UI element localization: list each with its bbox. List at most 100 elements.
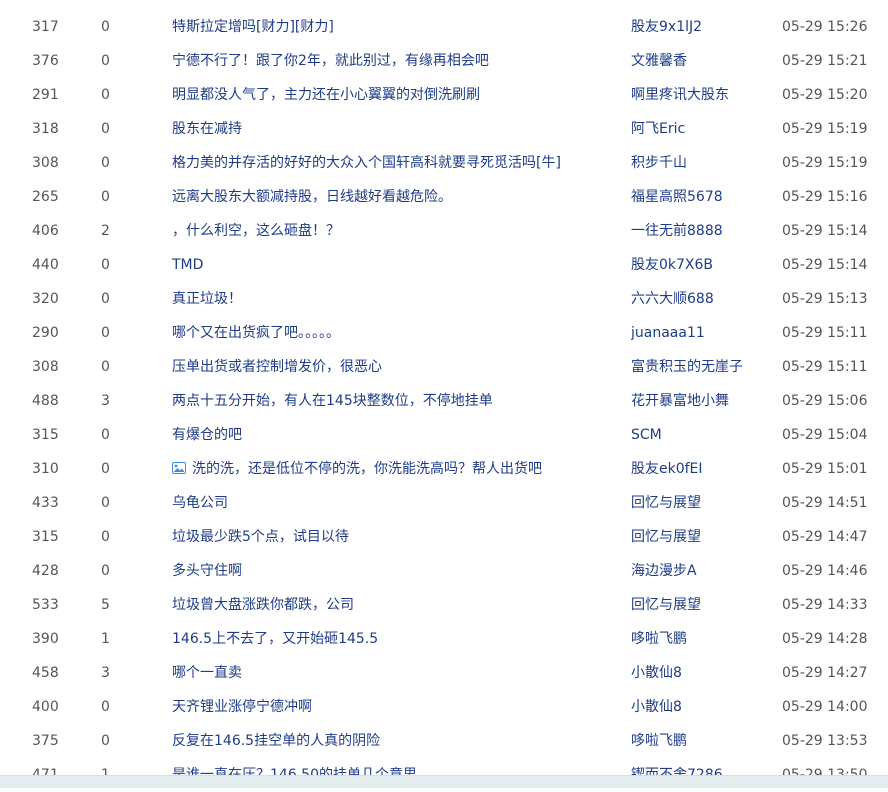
author-link[interactable]: 一往无前8888 bbox=[631, 214, 771, 248]
post-title-link[interactable]: 股东在减持 bbox=[172, 112, 612, 146]
post-title-link-text[interactable]: 乌龟公司 bbox=[172, 495, 228, 511]
post-title-link[interactable]: 特斯拉定增吗[财力][财力] bbox=[172, 10, 612, 44]
author-link-text[interactable]: 花开暴富地小舞 bbox=[631, 393, 729, 409]
post-title-link[interactable]: 洗的洗，还是低位不停的洗，你洗能洗高吗？帮人出货吧 bbox=[172, 452, 612, 486]
author-link-text[interactable]: 股友0k7X6B bbox=[631, 257, 713, 273]
post-title-link-text[interactable]: ，什么利空，这么砸盘！？ bbox=[172, 223, 340, 239]
post-title-link[interactable]: TMD bbox=[172, 248, 612, 282]
post-title-link-text[interactable]: 多头守住啊 bbox=[172, 563, 242, 579]
post-time: 05-29 14:51 bbox=[782, 486, 882, 520]
post-title-link-text[interactable]: 天齐锂业涨停宁德冲啊 bbox=[172, 699, 312, 715]
author-link[interactable]: 股友9x1lJ2 bbox=[631, 10, 771, 44]
author-link[interactable]: 啊里疼讯大股东 bbox=[631, 78, 771, 112]
author-link-text[interactable]: 回忆与展望 bbox=[631, 529, 701, 545]
post-title-link-text[interactable]: 哪个一直卖 bbox=[172, 665, 242, 681]
post-row: 320 0 真正垃圾！ 六六大顺688 05-29 15:13 bbox=[0, 282, 888, 316]
post-title-link[interactable]: 乌龟公司 bbox=[172, 486, 612, 520]
author-link-text[interactable]: 富贵积玉的无崖子 bbox=[631, 359, 743, 375]
author-link[interactable]: 六六大顺688 bbox=[631, 282, 771, 316]
post-time-text: 05-29 15:21 bbox=[782, 53, 868, 69]
author-link[interactable]: 小散仙8 bbox=[631, 690, 771, 724]
post-title-link-text[interactable]: 格力美的并存活的好好的大众入个国轩高科就要寻死觅活吗[牛] bbox=[172, 155, 561, 171]
author-link-text[interactable]: SCM bbox=[631, 427, 662, 443]
post-title-link-text[interactable]: 反复在146.5挂空单的人真的阴险 bbox=[172, 733, 380, 749]
post-title-link[interactable]: 远离大股东大额减持股，日线越好看越危险。 bbox=[172, 180, 612, 214]
post-title-link-text[interactable]: 146.5上不去了，又开始砸145.5 bbox=[172, 631, 378, 647]
post-title-link[interactable]: 哪个又在出货疯了吧。。。。。 bbox=[172, 316, 612, 350]
post-title-link[interactable]: 两点十五分开始，有人在145块整数位，不停地挂单 bbox=[172, 384, 612, 418]
author-link-text[interactable]: 一往无前8888 bbox=[631, 223, 723, 239]
post-title-link-text[interactable]: 压单出货或者控制增发价，很恶心 bbox=[172, 359, 382, 375]
author-link[interactable]: 积步千山 bbox=[631, 146, 771, 180]
author-link[interactable]: 文雅馨香 bbox=[631, 44, 771, 78]
author-link-text[interactable]: 阿飞Eric bbox=[631, 121, 685, 137]
post-title-link[interactable]: 垃圾曾大盘涨跌你都跌，公司 bbox=[172, 588, 612, 622]
post-title-link[interactable]: ，什么利空，这么砸盘！？ bbox=[172, 214, 612, 248]
author-link-text[interactable]: 回忆与展望 bbox=[631, 597, 701, 613]
author-link-text[interactable]: 六六大顺688 bbox=[631, 291, 714, 307]
post-title-link-text[interactable]: 哪个又在出货疯了吧。。。。。 bbox=[172, 325, 340, 341]
post-title-link[interactable]: 格力美的并存活的好好的大众入个国轩高科就要寻死觅活吗[牛] bbox=[172, 146, 612, 180]
post-time-text: 05-29 15:20 bbox=[782, 87, 868, 103]
horizontal-scrollbar[interactable] bbox=[0, 775, 888, 788]
author-link[interactable]: 花开暴富地小舞 bbox=[631, 384, 771, 418]
author-link-text[interactable]: juanaaa11 bbox=[631, 325, 705, 341]
author-link[interactable]: 回忆与展望 bbox=[631, 588, 771, 622]
read-count: 488 bbox=[32, 384, 72, 418]
author-link-text[interactable]: 股友ek0fEI bbox=[631, 461, 703, 477]
author-link[interactable]: 股友0k7X6B bbox=[631, 248, 771, 282]
author-link[interactable]: SCM bbox=[631, 418, 771, 452]
author-link-text[interactable]: 小散仙8 bbox=[631, 665, 682, 681]
read-count: 428 bbox=[32, 554, 72, 588]
post-title-link[interactable]: 垃圾最少跌5个点，试目以待 bbox=[172, 520, 612, 554]
author-link-text[interactable]: 哆啦飞鹏 bbox=[631, 733, 687, 749]
post-title-link[interactable]: 146.5上不去了，又开始砸145.5 bbox=[172, 622, 612, 656]
post-title-link-text[interactable]: 洗的洗，还是低位不停的洗，你洗能洗高吗？帮人出货吧 bbox=[192, 461, 542, 477]
author-link-text[interactable]: 福星高照5678 bbox=[631, 189, 723, 205]
post-row: 390 1 146.5上不去了，又开始砸145.5 哆啦飞鹏 05-29 14:28 bbox=[0, 622, 888, 656]
post-title-link[interactable]: 多头守住啊 bbox=[172, 554, 612, 588]
author-link[interactable]: 回忆与展望 bbox=[631, 520, 771, 554]
post-title-link[interactable]: 天齐锂业涨停宁德冲啊 bbox=[172, 690, 612, 724]
author-link[interactable]: 回忆与展望 bbox=[631, 486, 771, 520]
post-title-link-text[interactable]: 真正垃圾！ bbox=[172, 291, 242, 307]
author-link[interactable]: 福星高照5678 bbox=[631, 180, 771, 214]
post-time: 05-29 15:11 bbox=[782, 350, 882, 384]
author-link[interactable]: 富贵积玉的无崖子 bbox=[631, 350, 771, 384]
post-title-link[interactable]: 有爆仓的吧 bbox=[172, 418, 612, 452]
reply-count-text: 0 bbox=[101, 291, 110, 307]
post-title-link-text[interactable]: 两点十五分开始，有人在145块整数位，不停地挂单 bbox=[172, 393, 493, 409]
author-link-text[interactable]: 回忆与展望 bbox=[631, 495, 701, 511]
post-title-link[interactable]: 宁德不行了！跟了你2年，就此别过，有缘再相会吧 bbox=[172, 44, 612, 78]
post-title-link[interactable]: 反复在146.5挂空单的人真的阴险 bbox=[172, 724, 612, 758]
post-title-link-text[interactable]: 有爆仓的吧 bbox=[172, 427, 242, 443]
author-link[interactable]: 小散仙8 bbox=[631, 656, 771, 690]
post-title-link-text[interactable]: 股东在减持 bbox=[172, 121, 242, 137]
post-title-link[interactable]: 明显都没人气了，主力还在小心翼翼的对倒洗刷刷 bbox=[172, 78, 612, 112]
author-link[interactable]: 海边漫步A bbox=[631, 554, 771, 588]
post-title-link[interactable]: 真正垃圾！ bbox=[172, 282, 612, 316]
post-title-link[interactable]: 哪个一直卖 bbox=[172, 656, 612, 690]
author-link-text[interactable]: 啊里疼讯大股东 bbox=[631, 87, 729, 103]
post-title-link-text[interactable]: TMD bbox=[172, 257, 203, 273]
author-link-text[interactable]: 小散仙8 bbox=[631, 699, 682, 715]
post-title-link[interactable]: 压单出货或者控制增发价，很恶心 bbox=[172, 350, 612, 384]
post-title-link-text[interactable]: 垃圾最少跌5个点，试目以待 bbox=[172, 529, 349, 545]
reply-count: 0 bbox=[101, 554, 131, 588]
author-link-text[interactable]: 股友9x1lJ2 bbox=[631, 19, 702, 35]
post-title-link-text[interactable]: 远离大股东大额减持股，日线越好看越危险。 bbox=[172, 189, 452, 205]
author-link-text[interactable]: 文雅馨香 bbox=[631, 53, 687, 69]
post-title-link-text[interactable]: 特斯拉定增吗[财力][财力] bbox=[172, 19, 334, 35]
author-link[interactable]: 股友ek0fEI bbox=[631, 452, 771, 486]
author-link-text[interactable]: 哆啦飞鹏 bbox=[631, 631, 687, 647]
author-link[interactable]: 哆啦飞鹏 bbox=[631, 724, 771, 758]
post-title-link-text[interactable]: 明显都没人气了，主力还在小心翼翼的对倒洗刷刷 bbox=[172, 87, 480, 103]
author-link[interactable]: 阿飞Eric bbox=[631, 112, 771, 146]
post-title-link-text[interactable]: 垃圾曾大盘涨跌你都跌，公司 bbox=[172, 597, 354, 613]
post-title-link-text[interactable]: 宁德不行了！跟了你2年，就此别过，有缘再相会吧 bbox=[172, 53, 489, 69]
author-link-text[interactable]: 积步千山 bbox=[631, 155, 687, 171]
author-link-text[interactable]: 海边漫步A bbox=[631, 563, 697, 579]
author-link[interactable]: 哆啦飞鹏 bbox=[631, 622, 771, 656]
post-time: 05-29 14:27 bbox=[782, 656, 882, 690]
author-link[interactable]: juanaaa11 bbox=[631, 316, 771, 350]
